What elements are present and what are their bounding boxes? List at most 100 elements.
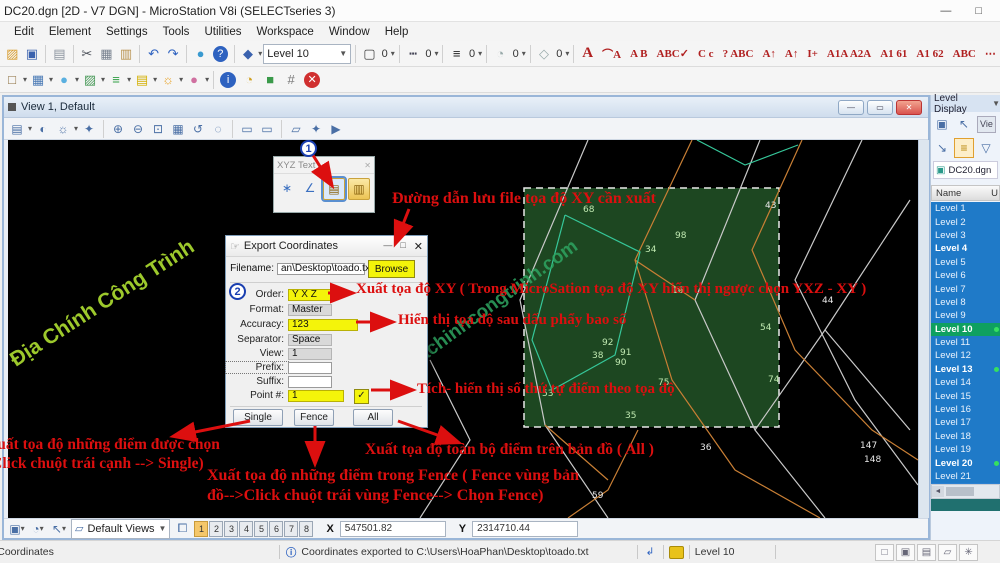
status-tray-icon-3[interactable]: ▱ xyxy=(938,544,957,561)
text-tool-9[interactable]: A1A A2A xyxy=(823,48,875,60)
menu-item-edit[interactable]: Edit xyxy=(14,26,34,38)
x-coordinate-field[interactable]: 547501.82 xyxy=(340,521,446,537)
text-tool-7[interactable]: A↑ xyxy=(781,48,802,60)
navigate-icon[interactable]: ▶ xyxy=(327,120,345,138)
level-row[interactable]: Level 19 xyxy=(931,443,1000,456)
text-tool-4[interactable]: C c xyxy=(694,48,718,60)
disable-icon[interactable]: ✕ xyxy=(304,72,320,88)
forward-view-icon[interactable]: ↖▾ xyxy=(50,520,68,538)
text-tool-2[interactable]: A B xyxy=(626,48,651,60)
text-tool-12[interactable]: ABC xyxy=(949,48,980,60)
chevron-down-icon[interactable]: ▼ xyxy=(992,99,1000,108)
level-row[interactable]: Level 12 xyxy=(931,349,1000,362)
status-tray-icon-1[interactable]: ▣ xyxy=(896,544,915,561)
prefix-field[interactable] xyxy=(288,362,332,374)
chevron-down-icon[interactable]: ▾ xyxy=(75,75,79,84)
style-combo-value[interactable]: 0 xyxy=(425,48,431,60)
level-row[interactable]: Level 4 xyxy=(931,242,1000,255)
label-coordinates-icon[interactable]: ∗ xyxy=(277,178,297,198)
level-row[interactable]: Level 17 xyxy=(931,416,1000,429)
chevron-down-icon[interactable]: ▾ xyxy=(101,75,105,84)
text-tool-13[interactable]: ⋯ xyxy=(981,47,1000,60)
manage-view-groups-icon[interactable]: ⧠ xyxy=(173,520,191,538)
apply-to-view-icon[interactable]: ↖ xyxy=(955,115,973,133)
cell-icon[interactable]: ■ xyxy=(260,70,280,90)
chevron-down-icon[interactable]: ▾ xyxy=(127,75,131,84)
save-icon[interactable]: ▣ xyxy=(23,44,42,64)
view-toggle-6[interactable]: 6 xyxy=(269,521,283,537)
format-field[interactable]: Master xyxy=(288,304,332,316)
window-area-icon[interactable]: ⊡ xyxy=(149,120,167,138)
text-tool-1[interactable]: ⌒A xyxy=(598,46,625,62)
level-row[interactable]: Level 18 xyxy=(931,430,1000,443)
level-row[interactable]: Level 14 xyxy=(931,376,1000,389)
view-vertical-scrollbar[interactable] xyxy=(918,140,929,518)
priority-combo-icon[interactable]: ◇ xyxy=(535,44,554,64)
chevron-down-icon[interactable]: ▾ xyxy=(565,49,569,58)
chevron-down-icon[interactable]: ▾ xyxy=(258,49,262,58)
text-tool-0[interactable]: A xyxy=(578,45,597,62)
dialog-minimize-button[interactable]: — xyxy=(383,240,392,253)
text-tool-10[interactable]: A1 61 xyxy=(876,48,911,60)
level-row[interactable]: Level 15 xyxy=(931,389,1000,402)
all-button[interactable]: All xyxy=(353,409,393,426)
status-tray-icon-2[interactable]: ▤ xyxy=(917,544,936,561)
color-combo-value[interactable]: 0 xyxy=(382,48,388,60)
menu-item-tools[interactable]: Tools xyxy=(163,26,190,38)
copy-icon[interactable]: ▦ xyxy=(97,44,116,64)
level-row[interactable]: Level 16 xyxy=(931,403,1000,416)
weight-combo-value[interactable]: 0 xyxy=(469,48,475,60)
menu-item-settings[interactable]: Settings xyxy=(106,26,148,38)
levels-pointer-icon[interactable]: ↘ xyxy=(933,139,951,157)
chevron-down-icon[interactable]: ▾ xyxy=(205,75,209,84)
paste-icon[interactable]: ▥ xyxy=(117,44,136,64)
view-toggle-2[interactable]: 2 xyxy=(209,521,223,537)
menu-item-window[interactable]: Window xyxy=(329,26,370,38)
copy-view-icon[interactable]: ▱ xyxy=(287,120,305,138)
new-file-icon[interactable]: □ xyxy=(2,70,22,90)
text-tool-3[interactable]: ABC✓ xyxy=(653,47,693,60)
suffix-field[interactable] xyxy=(288,376,332,388)
change-level-icon[interactable]: ▣ xyxy=(933,115,951,133)
text-tool-8[interactable]: I+ xyxy=(803,48,822,60)
snap-mode-icon[interactable]: ↲ xyxy=(637,541,662,563)
point-field[interactable]: 1 xyxy=(288,390,344,402)
rotate-view-icon[interactable]: ↺ xyxy=(189,120,207,138)
maximize-button[interactable]: □ xyxy=(975,5,982,17)
dialog-maximize-button[interactable]: □ xyxy=(400,240,405,253)
redo-icon[interactable]: ↷ xyxy=(164,44,183,64)
info-icon[interactable]: i xyxy=(220,72,236,88)
level-row[interactable]: Level 6 xyxy=(931,269,1000,282)
filter-icon[interactable]: ▽ xyxy=(977,139,995,157)
style-combo-icon[interactable]: ┅ xyxy=(404,44,423,64)
globe-icon[interactable]: ● xyxy=(191,44,210,64)
y-coordinate-field[interactable]: 2314710.44 xyxy=(472,521,578,537)
chevron-down-icon[interactable]: ▾ xyxy=(478,49,482,58)
view-close-button[interactable]: ✕ xyxy=(896,100,922,115)
view-toggle-3[interactable]: 3 xyxy=(224,521,238,537)
chevron-down-icon[interactable]: ▾ xyxy=(23,75,27,84)
back-view-icon[interactable]: ◔▾ xyxy=(29,520,47,538)
references-icon[interactable]: ● xyxy=(54,70,74,90)
view-restore-button[interactable]: ▭ xyxy=(867,100,893,115)
active-level-status[interactable]: Level 10 xyxy=(690,541,775,563)
priority-combo-value[interactable]: 0 xyxy=(556,48,562,60)
level-row[interactable]: Level 5 xyxy=(931,256,1000,269)
view-next-icon[interactable]: ▭ xyxy=(258,120,276,138)
active-level-combo[interactable]: Level 10▼ xyxy=(263,44,351,64)
view-display-button[interactable]: Vie xyxy=(977,116,996,133)
print-icon[interactable]: ▤ xyxy=(50,44,69,64)
chevron-down-icon[interactable]: ▾ xyxy=(522,49,526,58)
view-toggle-1[interactable]: 1 xyxy=(194,521,208,537)
menu-item-utilities[interactable]: Utilities xyxy=(204,26,241,38)
workset-icon[interactable]: ● xyxy=(184,70,204,90)
chevron-down-icon[interactable]: ▾ xyxy=(391,49,395,58)
level-row[interactable]: Level 10 xyxy=(931,323,1000,336)
transparency-combo-value[interactable]: 0 xyxy=(513,48,519,60)
order-field[interactable]: Y X Z xyxy=(288,289,332,301)
scroll-left-icon[interactable]: ◄ xyxy=(932,486,944,497)
models-icon[interactable]: ▦ xyxy=(28,70,48,90)
import-coordinates-icon[interactable]: ▥ xyxy=(348,178,370,200)
view-toggle-5[interactable]: 5 xyxy=(254,521,268,537)
text-tool-11[interactable]: A1 62 xyxy=(912,48,947,60)
